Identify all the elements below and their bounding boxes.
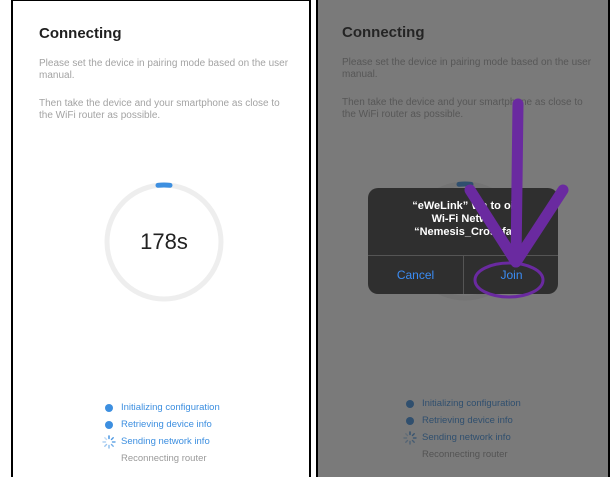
alert-line-1-fragment-b: to — [490, 200, 501, 212]
step-retrieving: Retrieving device info — [406, 414, 521, 431]
step-label: Sending network info — [422, 432, 511, 443]
check-dot-icon — [105, 421, 113, 429]
step-initializing: Initializing configuration — [105, 401, 220, 418]
step-label: Initializing configuration — [422, 398, 521, 409]
step-sending: Sending network info — [403, 431, 521, 448]
check-dot-icon — [406, 400, 414, 408]
step-label: Retrieving device info — [422, 415, 513, 426]
join-wifi-alert-dialog: “eWeLink” Wa to oi Wi-Fi Netwo “Nemesis_… — [368, 188, 558, 294]
left-screenshot-panel: Connecting Please set the device in pair… — [11, 0, 311, 477]
step-initializing: Initializing configuration — [406, 397, 521, 414]
right-screenshot-panel: Connecting Please set the device in pair… — [316, 0, 610, 477]
alert-line-3: “Nemesis_Crossfa — [414, 226, 512, 238]
step-label: Reconnecting router — [121, 453, 207, 464]
alert-line-2: Wi-Fi Netwo — [431, 213, 495, 225]
step-retrieving: Retrieving device info — [105, 418, 220, 435]
step-label: Sending network info — [121, 436, 210, 447]
instruction-pairing-mode: Please set the device in pairing mode ba… — [39, 58, 289, 81]
check-dot-icon — [406, 417, 414, 425]
spinner-icon — [403, 431, 417, 445]
cancel-button[interactable]: Cancel — [368, 256, 463, 294]
step-reconnecting: Reconnecting router — [406, 448, 521, 465]
check-dot-icon — [105, 404, 113, 412]
alert-line-1: “eWeLink” Wa — [412, 200, 488, 212]
alert-line-1-fragment-c: oi — [503, 200, 514, 212]
step-sending: Sending network info — [102, 435, 220, 452]
step-label: Retrieving device info — [121, 419, 212, 430]
instruction-pairing-mode: Please set the device in pairing mode ba… — [342, 57, 592, 80]
countdown-ring: 178s — [103, 181, 225, 303]
step-reconnecting: Reconnecting router — [105, 452, 220, 469]
join-button[interactable]: Join — [464, 256, 558, 294]
page-title: Connecting — [39, 25, 122, 42]
countdown-timer: 178s — [140, 229, 188, 254]
spinner-icon — [102, 435, 116, 449]
step-label: Initializing configuration — [121, 402, 220, 413]
step-label: Reconnecting router — [422, 449, 508, 460]
progress-steps-list: Initializing configuration Retrieving de… — [403, 397, 521, 465]
instruction-move-close: Then take the device and your smartphone… — [39, 98, 280, 121]
instruction-move-close: Then take the device and your smartphone… — [342, 97, 583, 120]
alert-message: “eWeLink” Wa to oi Wi-Fi Netwo “Nemesis_… — [374, 200, 552, 239]
page-title: Connecting — [342, 24, 425, 41]
progress-steps-list: Initializing configuration Retrieving de… — [102, 401, 220, 469]
